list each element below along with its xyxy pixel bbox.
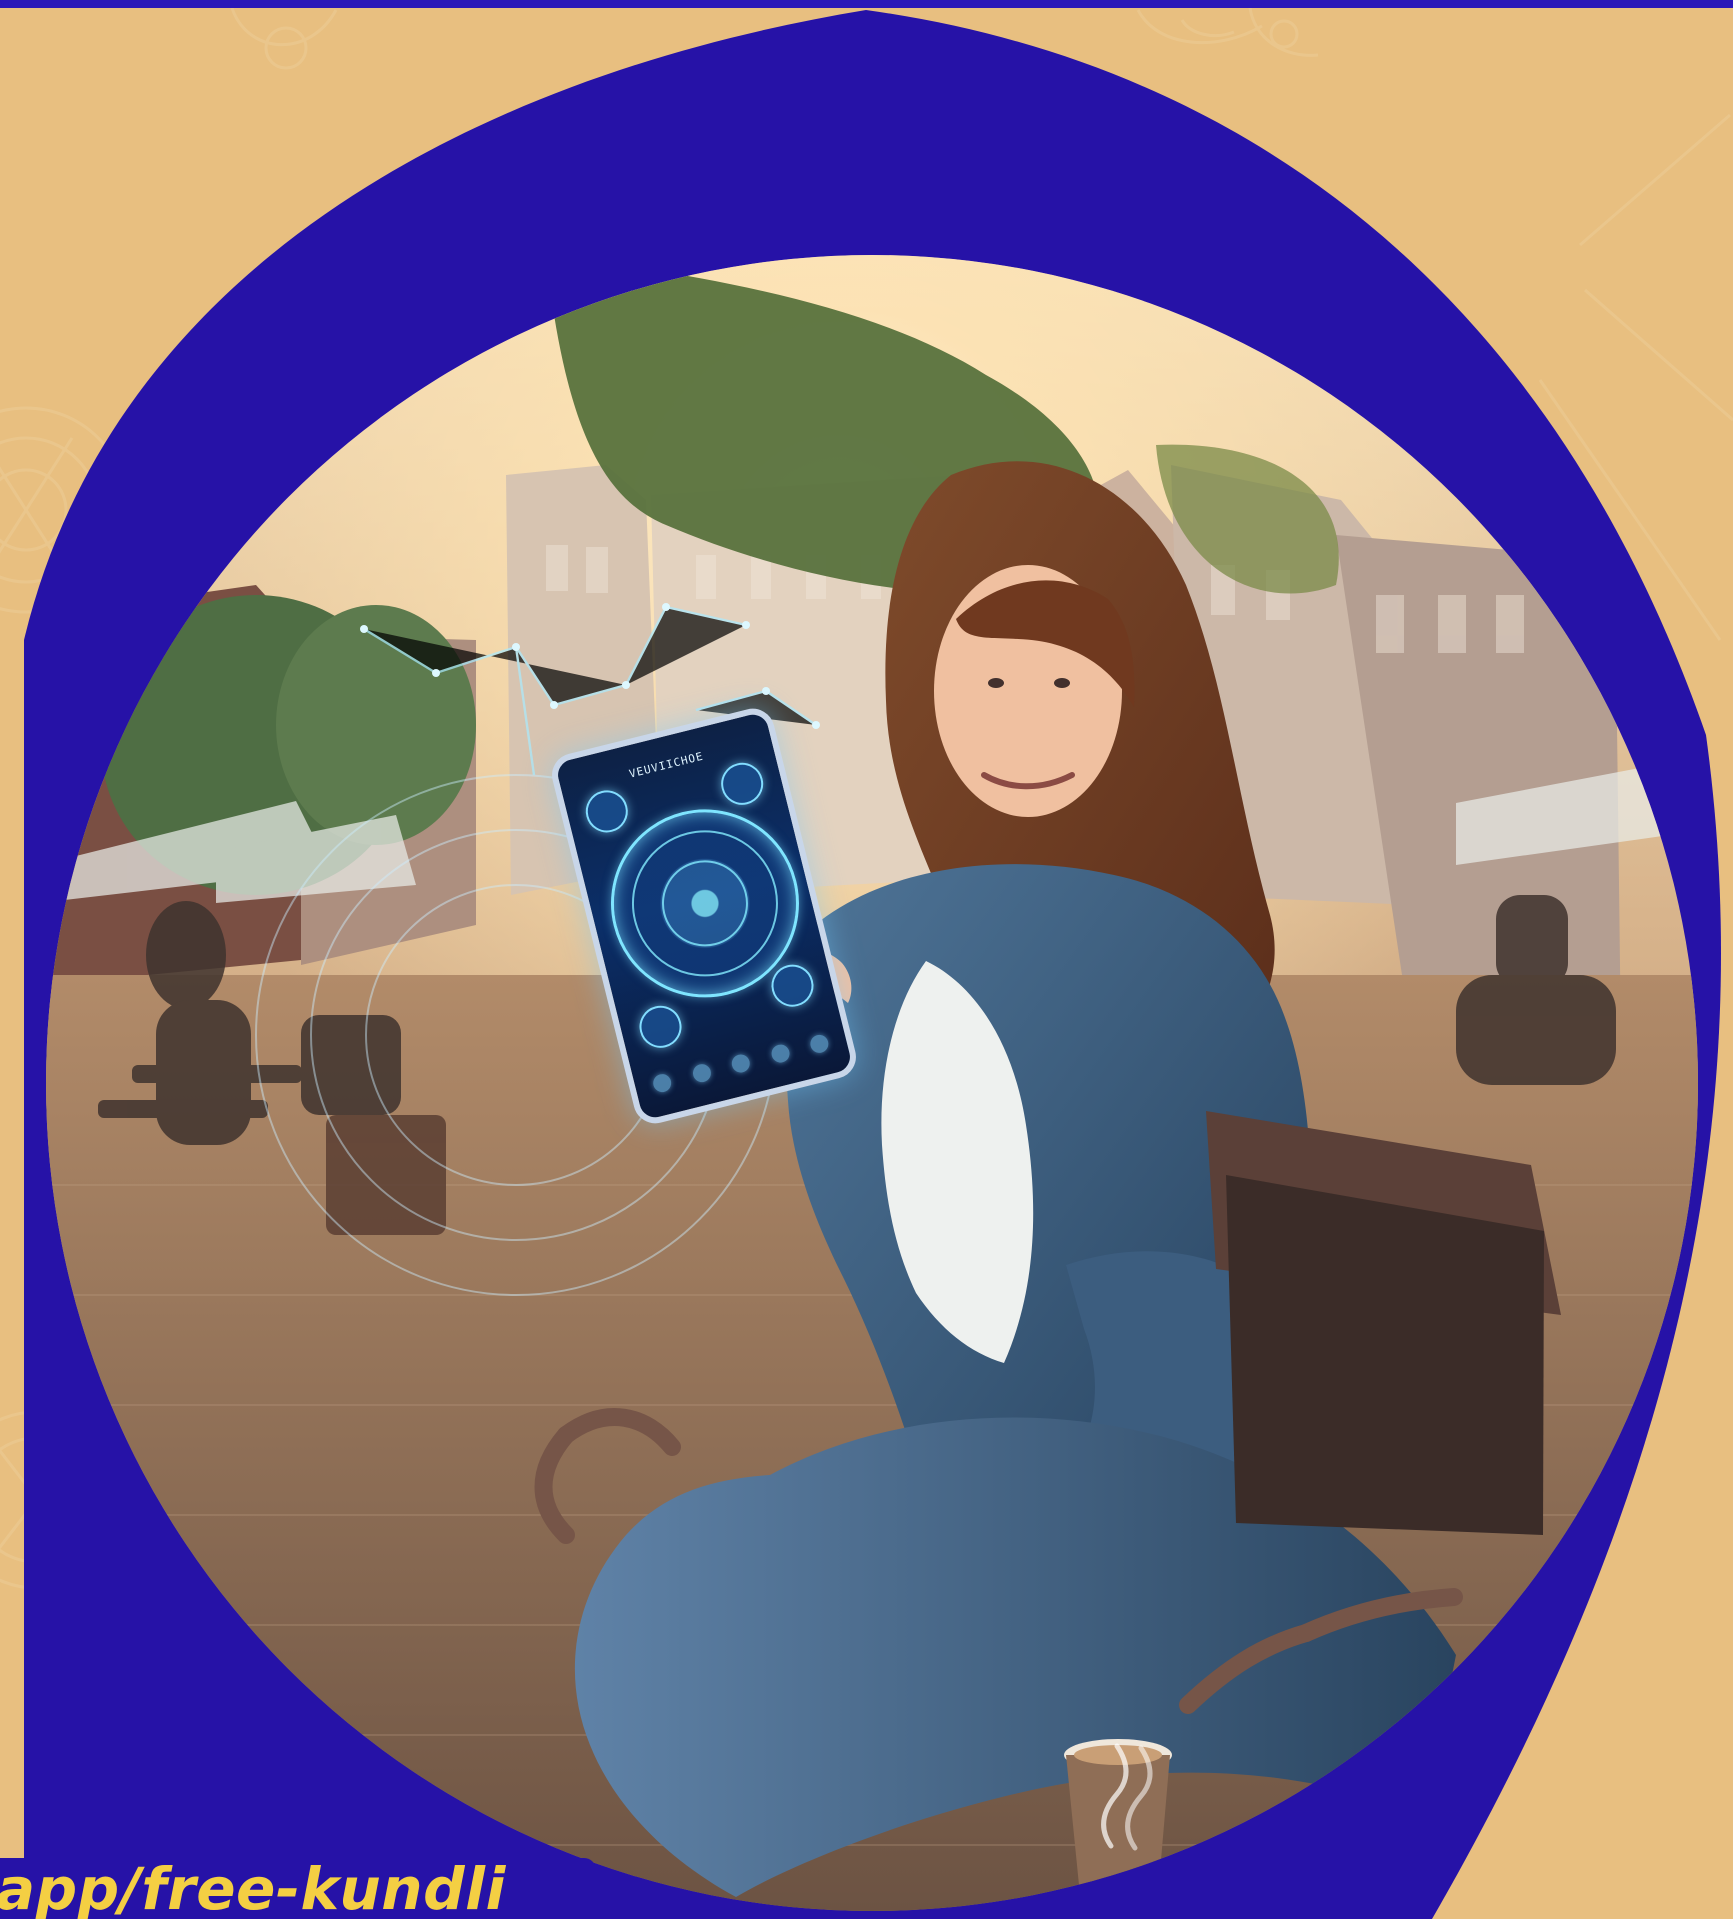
nav-dot-icon (651, 1072, 674, 1094)
url-banner: app/free-kundli (0, 1858, 596, 1919)
woman-with-phone-photo (46, 255, 1698, 1911)
nav-dot-icon (690, 1062, 713, 1085)
zodiac-icon (767, 960, 818, 1012)
banner-url-text: app/free-kundli (0, 1858, 506, 1919)
zodiac-icon (716, 758, 768, 810)
nav-dot-icon (808, 1032, 831, 1055)
promo-page: VEUVIICHOE app/free-kundli (0, 0, 1733, 1919)
steam-icon (1101, 1743, 1153, 1851)
zodiac-icon (581, 785, 633, 837)
nav-dot-icon (729, 1052, 752, 1075)
zodiac-icon (635, 1001, 686, 1053)
nav-dot-icon (769, 1042, 791, 1065)
